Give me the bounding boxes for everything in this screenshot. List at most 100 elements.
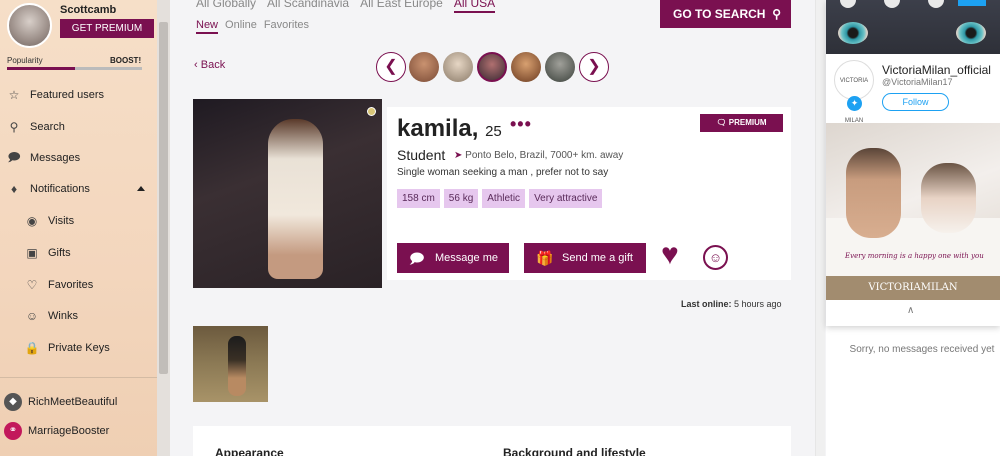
go-to-search-button[interactable]: GO TO SEARCH ⚲	[660, 0, 791, 28]
sidebar-scrollbar-thumb[interactable]	[159, 22, 168, 374]
tab-all-scandinavia[interactable]: All Scandinavia	[267, 0, 349, 13]
sidebar-item-winks[interactable]: ☺ Winks	[0, 302, 157, 330]
profile-thumb[interactable]	[443, 52, 473, 82]
eye-graphic	[838, 22, 868, 44]
chevron-left-icon: ‹	[194, 59, 198, 71]
sidebar-item-favorites[interactable]: ♡ Favorites	[0, 271, 157, 299]
sidebar-item-search[interactable]: ⚲ Search	[0, 113, 157, 141]
more-options-icon[interactable]: •••	[510, 114, 532, 135]
partner-marriagebooster[interactable]: ⚭ MarriageBooster	[0, 417, 157, 445]
tab-favorites[interactable]: Favorites	[264, 19, 309, 34]
profile-thumb[interactable]	[545, 52, 575, 82]
message-me-label: Message me	[435, 252, 498, 264]
go-to-search-label: GO TO SEARCH	[673, 7, 766, 21]
region-tabs: All Globally All Scandinavia All East Eu…	[196, 0, 496, 13]
get-premium-button[interactable]: GET PREMIUM	[60, 19, 154, 38]
sidebar-item-visits[interactable]: ◉ Visits	[0, 207, 157, 235]
tab-all-usa[interactable]: All USA	[453, 0, 496, 13]
bell-icon: ♦	[10, 182, 18, 196]
photo-subject	[228, 336, 246, 396]
avatar[interactable]	[7, 3, 52, 48]
eye-icon: ◉	[26, 214, 38, 228]
profile-name-text: kamila,	[397, 115, 479, 142]
chat-icon: 🗨	[716, 118, 727, 127]
twitter-name[interactable]: VictoriaMilan_official	[882, 63, 991, 77]
profile-age: 25	[485, 123, 502, 140]
chat-icon: 🗩	[7, 149, 21, 164]
chevron-up-icon[interactable]: ∧	[907, 305, 914, 316]
profile-photo[interactable]	[193, 99, 382, 288]
twitter-accent	[958, 0, 986, 6]
sidebar-item-label: Winks	[48, 310, 78, 322]
prev-profile-button[interactable]: ❮	[376, 52, 406, 82]
sidebar-item-label: Private Keys	[48, 342, 110, 354]
boost-link[interactable]: BOOST!	[110, 56, 141, 65]
profile-photo-thumbnail[interactable]	[193, 326, 268, 402]
next-profile-button[interactable]: ❯	[579, 52, 609, 82]
sidebar-item-label: Notifications	[30, 183, 90, 195]
location-text: Ponto Belo, Brazil, 7000+ km. away	[465, 150, 624, 161]
search-icon: ⚲	[772, 7, 781, 21]
seeking-text: Single woman seeking a man , prefer not …	[397, 167, 609, 178]
follow-button[interactable]: Follow	[882, 93, 949, 111]
send-gift-button[interactable]: 🎁 Send me a gift	[524, 243, 646, 273]
diamond-icon: ◆	[4, 393, 22, 411]
last-online-value: 5 hours ago	[734, 299, 782, 309]
occupation: Student	[397, 147, 446, 163]
chevron-right-icon: ❯	[587, 58, 601, 75]
lock-icon: 🔒	[24, 341, 40, 355]
wink-icon: ☺	[25, 309, 39, 323]
ad-banner-eyes[interactable]	[826, 0, 1000, 54]
tab-new[interactable]: New	[196, 19, 219, 34]
search-icon: ⚲	[9, 120, 19, 134]
sidebar-item-featured-users[interactable]: ☆ Featured users	[0, 81, 157, 109]
gift-icon: ▣	[26, 246, 38, 260]
sidebar-item-private-keys[interactable]: 🔒 Private Keys	[0, 334, 157, 362]
message-me-button[interactable]: 🗩 Message me	[397, 243, 509, 273]
popularity-bar	[7, 67, 142, 70]
sidebar-item-gifts[interactable]: ▣ Gifts	[0, 239, 157, 267]
wink-icon[interactable]: ☺	[703, 245, 728, 270]
partner-richmeetbeautiful[interactable]: ◆ RichMeetBeautiful	[0, 388, 157, 416]
username[interactable]: Scottcamb	[60, 4, 116, 16]
location-arrow-icon: ➤	[454, 150, 463, 161]
filter-tabs: New Online Favorites	[196, 19, 309, 34]
twitter-handle[interactable]: @VictoriaMilan17	[882, 77, 953, 87]
sidebar-item-label: Favorites	[48, 279, 94, 291]
no-messages-text: Sorry, no messages received yet	[849, 344, 995, 355]
gift-icon: 🎁	[536, 250, 554, 266]
favorite-heart-icon[interactable]: ♥	[661, 240, 679, 270]
sidebar-item-label: Featured users	[30, 89, 104, 101]
profile-thumb-active[interactable]	[477, 52, 507, 82]
ad-person	[846, 148, 901, 238]
premium-badge-label: PREMIUM	[728, 118, 767, 127]
premium-badge: 🗨 PREMIUM	[700, 114, 783, 132]
sidebar-item-notifications[interactable]: ♦ Notifications	[0, 175, 157, 203]
tag-body-type: Athletic	[482, 189, 526, 208]
partner-label: RichMeetBeautiful	[28, 396, 118, 408]
ring-icon: ⚭	[4, 422, 22, 440]
send-gift-label: Send me a gift	[562, 252, 633, 264]
profile-name: kamila, 25	[397, 115, 502, 143]
popularity-label: Popularity	[7, 56, 43, 65]
twitter-bird-icon: ✦	[847, 96, 862, 111]
ad-image[interactable]	[826, 123, 1000, 300]
sidebar-item-label: Visits	[48, 215, 75, 227]
tab-all-globally[interactable]: All Globally	[196, 0, 256, 13]
tab-online[interactable]: Online	[225, 19, 257, 34]
chevron-up-icon[interactable]	[137, 186, 145, 191]
sidebar-divider	[0, 377, 157, 378]
profile-thumb[interactable]	[409, 52, 439, 82]
main-scrollbar[interactable]	[815, 0, 825, 456]
eye-graphic	[956, 22, 986, 44]
last-online-label: Last online:	[681, 299, 732, 309]
sidebar-item-messages[interactable]: 🗩 Messages	[0, 144, 157, 172]
chevron-left-icon: ❮	[384, 58, 398, 75]
sidebar-item-label: Search	[30, 121, 65, 133]
background-heading: Background and lifestyle	[503, 446, 646, 456]
heart-icon: ♡	[26, 278, 38, 292]
tab-all-east-europe[interactable]: All East Europe	[360, 0, 443, 13]
popularity-fill	[7, 67, 75, 70]
profile-thumb[interactable]	[511, 52, 541, 82]
back-link[interactable]: ‹ Back	[194, 59, 225, 71]
